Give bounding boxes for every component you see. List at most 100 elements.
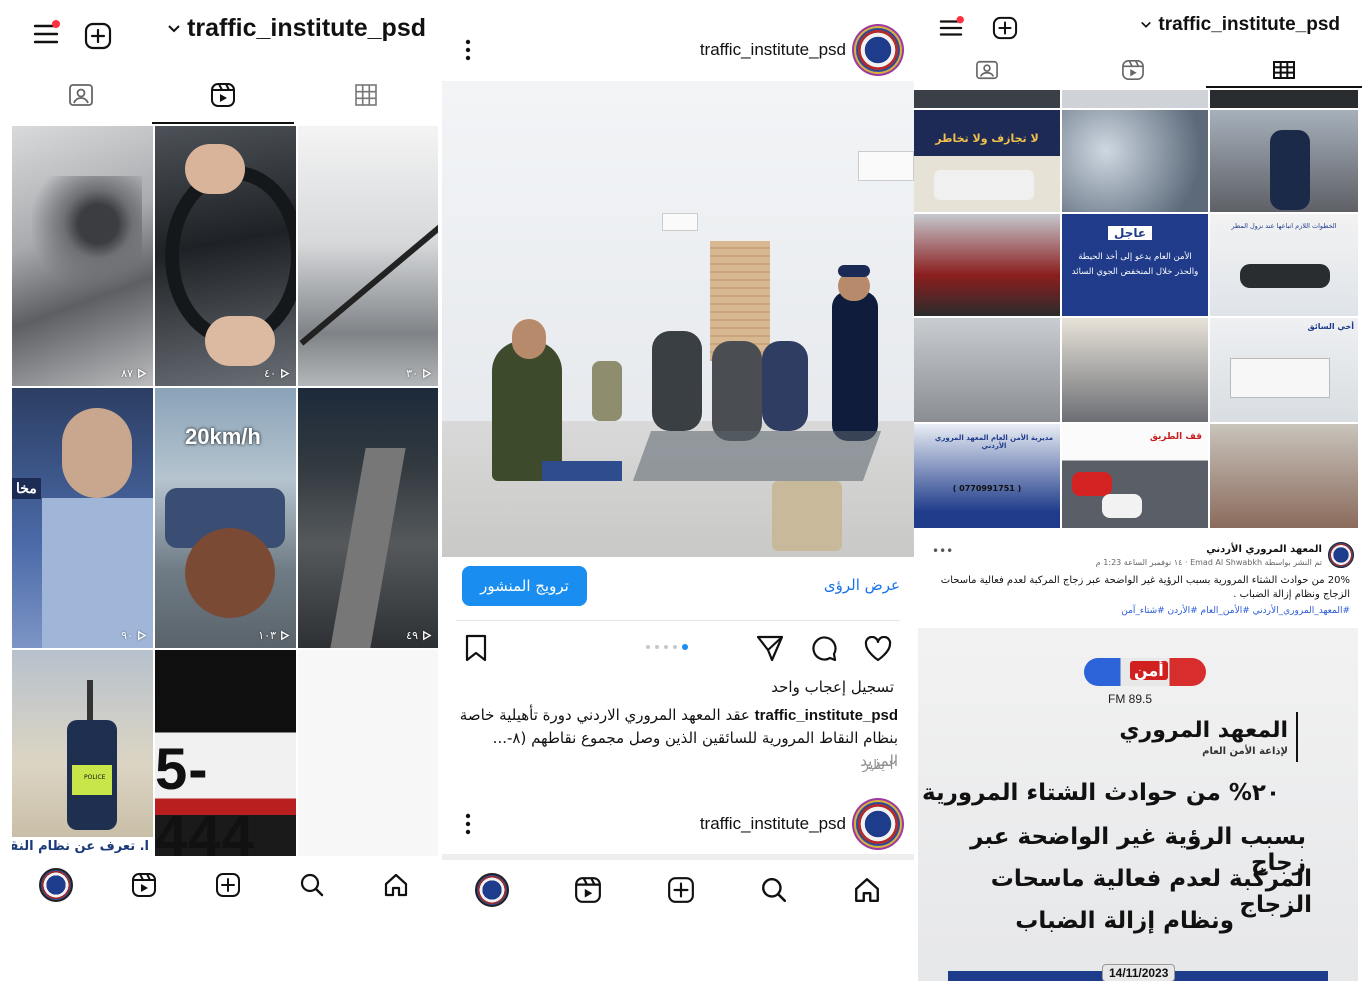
grid-icon	[355, 84, 377, 106]
promote-post-button[interactable]: ترويج المنشور	[462, 566, 587, 606]
reel-thumbnail[interactable]: 20km/h ١٠٣	[155, 388, 296, 648]
radio-frequency: FM 89.5	[1108, 692, 1153, 706]
poster-line-1: ٢٠% من حوادث الشتاء المرورية	[922, 780, 1280, 806]
create-post-icon[interactable]	[992, 16, 1018, 40]
play-icon	[423, 630, 432, 641]
post-thumbnail[interactable]: أخي السائق	[1210, 318, 1358, 422]
fb-post-tags: #المعهد_المروري_الأردني #الأمن_العام #ال…	[1121, 606, 1350, 616]
post-detail-panel: traffic_institute_psd ترويج المنشور عرض …	[442, 0, 914, 981]
divider	[1296, 712, 1298, 762]
profile-reels-panel: traffic_institute_psd ٨٧ ٤٠ ٣٠ مخا ٩٠ 20…	[0, 0, 440, 981]
account-switcher[interactable]: traffic_institute_psd	[167, 14, 426, 43]
bottom-nav	[10, 862, 438, 908]
carousel-indicator	[646, 644, 688, 650]
create-icon[interactable]	[667, 876, 695, 904]
account-switcher[interactable]: traffic_institute_psd	[1140, 14, 1340, 36]
post-thumbnail[interactable]	[914, 90, 1060, 108]
reel-thumbnail[interactable]: ٤٩	[298, 388, 438, 648]
carousel-dot	[682, 644, 688, 650]
post-caption[interactable]: traffic_institute_psd عقد المعهد المروري…	[458, 704, 898, 773]
share-icon[interactable]	[756, 634, 784, 662]
fb-post-text: 20% من حوادث الشتاء المرورية بسبب الرؤية…	[940, 575, 1350, 600]
poster-date: 14/11/2023	[1102, 964, 1176, 981]
empty-tile	[298, 650, 438, 856]
create-icon[interactable]	[215, 872, 241, 898]
play-icon	[281, 630, 290, 641]
profile-username: traffic_institute_psd	[187, 14, 426, 42]
reel-thumbnail[interactable]: 5-444	[155, 650, 296, 856]
post-thumbnail[interactable]	[914, 318, 1060, 422]
comment-icon[interactable]	[810, 634, 838, 662]
more-options-icon[interactable]	[464, 812, 472, 836]
post-thumbnail[interactable]	[914, 214, 1060, 316]
next-post-avatar[interactable]	[856, 802, 900, 846]
institute-title: المعهد المروري	[1119, 718, 1288, 743]
post-thumbnail[interactable]: الخطوات اللازم اتباعها عند نزول المطر	[1210, 214, 1358, 316]
search-icon[interactable]	[760, 876, 788, 904]
play-icon	[138, 368, 147, 379]
next-post-username[interactable]: traffic_institute_psd	[700, 814, 846, 834]
play-icon	[138, 630, 147, 641]
more-options-icon[interactable]	[464, 38, 472, 62]
post-thumbnail[interactable]	[1210, 424, 1358, 528]
next-post-header: traffic_institute_psd	[442, 794, 914, 854]
reel-thumbnail[interactable]: ٣٠	[298, 126, 438, 386]
reel-thumbnail[interactable]: ٨٧	[12, 126, 153, 386]
profile-avatar[interactable]	[474, 873, 509, 907]
profile-grid-panel: traffic_institute_psd لا تجازف ولا تخاطر…	[914, 0, 1362, 981]
poster-line-4: ونظام إزالة الضباب	[1015, 908, 1234, 934]
divider	[442, 854, 914, 860]
fb-more-icon: •••	[932, 544, 954, 558]
awareness-poster: أمن FM 89.5 المعهد المروري لإذاعة الأمن …	[918, 628, 1358, 981]
tab-grid[interactable]	[294, 66, 438, 124]
chevron-down-icon	[1141, 21, 1152, 28]
home-icon[interactable]	[853, 876, 881, 904]
reel-thumbnail[interactable]: مخا ٩٠	[12, 388, 153, 648]
fb-page-avatar	[1328, 542, 1354, 568]
save-bookmark-icon[interactable]	[464, 634, 488, 662]
fb-post-meta: تم النشر بواسطة Emad Al Shwabkh · ١٤ نوف…	[1095, 558, 1322, 567]
post-thumbnail[interactable]: قف الطريق	[1062, 424, 1208, 528]
post-thumbnail[interactable]: لا تجازف ولا تخاطر	[914, 110, 1060, 212]
menu-icon[interactable]	[938, 16, 964, 40]
menu-icon[interactable]	[32, 20, 60, 48]
like-heart-icon[interactable]	[864, 636, 892, 662]
post-username[interactable]: traffic_institute_psd	[700, 40, 846, 60]
tab-grid[interactable]	[1206, 52, 1362, 88]
post-avatar[interactable]	[856, 28, 900, 72]
tab-tagged[interactable]	[914, 52, 1060, 88]
post-thumbnail[interactable]	[1062, 318, 1208, 422]
likes-count[interactable]: تسجيل إعجاب واحد	[771, 678, 894, 696]
post-header: traffic_institute_psd	[442, 20, 914, 80]
chevron-down-icon	[168, 24, 180, 32]
tagged-icon	[69, 84, 93, 106]
reels-icon	[1122, 60, 1144, 80]
post-thumbnail[interactable]	[1062, 110, 1208, 212]
tab-tagged[interactable]	[10, 66, 152, 124]
tab-reels[interactable]	[152, 66, 294, 124]
search-icon[interactable]	[299, 872, 325, 898]
profile-tabs	[914, 52, 1362, 88]
profile-avatar[interactable]	[39, 868, 73, 902]
post-thumbnail[interactable]: مديرية الأمن العام المعهد المروري الأردن…	[914, 424, 1060, 528]
post-thumbnail[interactable]	[1210, 110, 1358, 212]
post-thumbnail[interactable]: عاجل الأمن العام يدعو إلى أخذ الحيطة وال…	[1062, 214, 1208, 316]
home-icon[interactable]	[383, 872, 409, 898]
post-photo[interactable]	[442, 81, 914, 557]
play-icon	[423, 368, 432, 379]
view-insights-link[interactable]: عرض الرؤى	[824, 576, 900, 594]
tab-reels[interactable]	[1060, 52, 1206, 88]
reels-nav-icon[interactable]	[131, 872, 157, 898]
posts-grid: لا تجازف ولا تخاطر عاجل الأمن العام يدعو…	[914, 90, 1362, 532]
caption-username[interactable]: traffic_institute_psd	[755, 707, 898, 724]
carousel-dot	[655, 645, 659, 649]
post-thumbnail[interactable]	[1062, 90, 1208, 108]
reel-thumbnail[interactable]: ٤٠	[155, 126, 296, 386]
bottom-nav	[442, 866, 914, 914]
shared-facebook-post[interactable]: المعهد المروري الأردني تم النشر بواسطة E…	[914, 536, 1362, 626]
reels-nav-icon[interactable]	[574, 876, 602, 904]
reels-grid: ٨٧ ٤٠ ٣٠ مخا ٩٠ 20km/h ١٠٣ ٤٩ POLICE ا. …	[12, 126, 438, 858]
reel-thumbnail[interactable]: POLICE ا. تعرف عن نظام النقا	[12, 650, 153, 856]
post-thumbnail[interactable]	[1210, 90, 1358, 108]
create-post-icon[interactable]	[84, 22, 112, 50]
